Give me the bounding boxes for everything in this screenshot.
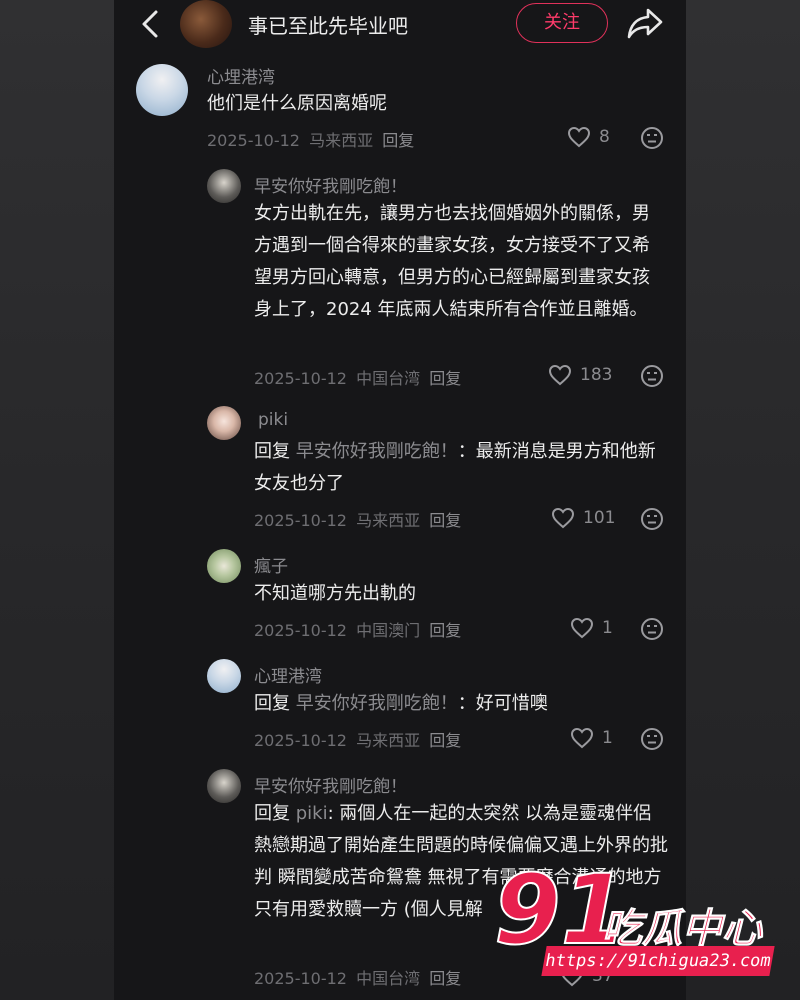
avatar[interactable] (207, 769, 241, 803)
comment-username[interactable]: 心理港湾 (254, 662, 322, 687)
avatar[interactable] (136, 64, 188, 116)
comment-text: 回复 早安你好我剛吃飽！：好可惜噢 (254, 688, 664, 720)
back-arrow-icon[interactable] (136, 8, 166, 40)
heart-icon (551, 507, 575, 529)
share-icon[interactable] (626, 6, 664, 40)
comment-region: 马来西亚 (309, 131, 374, 150)
comment-meta: 2025-10-12 中国澳门 回复 (254, 617, 465, 641)
like-button[interactable]: 1 (570, 617, 613, 639)
comment-text: 不知道哪方先出軌的 (254, 583, 416, 604)
reply-button[interactable]: 回复 (429, 731, 461, 750)
comment-date: 2025-10-12 (254, 969, 347, 988)
reply-button[interactable]: 回复 (429, 369, 461, 388)
video-title: 事已至此先毕业吧 (248, 14, 408, 38)
heart-icon (567, 126, 591, 148)
dislike-icon[interactable] (640, 126, 664, 150)
reply-prefix: 回复 (254, 441, 290, 462)
like-button[interactable]: 183 (548, 364, 612, 386)
heart-icon (570, 617, 594, 639)
avatar[interactable] (207, 549, 241, 583)
comment-screen: 事已至此先毕业吧 关注 心埋港湾 他们是什么原因离婚呢 2025-10-12 马… (114, 0, 686, 1000)
comment-text: 女方出軌在先，讓男方也去找個婚姻外的關係，男方遇到一個合得來的畫家女孩，女方接受… (254, 203, 650, 320)
reply-prefix: 回复 (254, 693, 290, 714)
comment-date: 2025-10-12 (207, 131, 300, 150)
reply-to-user[interactable]: 早安你好我剛吃飽！ (296, 441, 458, 462)
heart-icon (548, 364, 572, 386)
comment-username[interactable]: piki (258, 410, 288, 430)
follow-button[interactable]: 关注 (516, 3, 608, 43)
header: 事已至此先毕业吧 关注 (114, 0, 686, 52)
dislike-icon[interactable] (640, 364, 664, 388)
comment-username[interactable]: 瘋子 (254, 552, 288, 577)
comment-region: 中国台湾 (356, 369, 421, 388)
like-count: 1 (602, 728, 613, 748)
heart-icon (570, 727, 594, 749)
comment-meta: 2025-10-12 马来西亚 回复 (207, 127, 418, 151)
dislike-icon[interactable] (640, 617, 664, 641)
reply-button[interactable]: 回复 (429, 511, 461, 530)
comment-username[interactable]: 心埋港湾 (207, 63, 275, 88)
comment-meta: 2025-10-12 马来西亚 回复 (254, 507, 465, 531)
comment-region: 马来西亚 (356, 731, 421, 750)
like-button[interactable]: 1 (570, 727, 613, 749)
comment-region: 马来西亚 (356, 511, 421, 530)
comment-meta: 2025-10-12 中国台湾 回复 (254, 965, 465, 989)
like-button[interactable]: 101 (551, 507, 615, 529)
like-button[interactable]: 8 (567, 126, 610, 148)
comment-region: 中国澳门 (356, 621, 421, 640)
comment-date: 2025-10-12 (254, 369, 347, 388)
author-avatar[interactable] (180, 0, 232, 48)
reply-button[interactable]: 回复 (382, 131, 414, 150)
dislike-icon[interactable] (640, 507, 664, 531)
comment-username[interactable]: 早安你好我剛吃飽！ (254, 172, 407, 197)
dislike-icon[interactable] (640, 727, 664, 751)
avatar[interactable] (207, 169, 241, 203)
comment-date: 2025-10-12 (254, 621, 347, 640)
reply-prefix: 回复 (254, 803, 290, 824)
background-right (686, 0, 800, 1000)
comment-text: 回复 早安你好我剛吃飽！：最新消息是男方和他新女友也分了 (254, 436, 664, 500)
comment-date: 2025-10-12 (254, 511, 347, 530)
avatar[interactable] (207, 406, 241, 440)
comment-date: 2025-10-12 (254, 731, 347, 750)
comment-region: 中国台湾 (356, 969, 421, 988)
comment-text: 他们是什么原因离婚呢 (207, 93, 387, 114)
reply-to-user[interactable]: piki (296, 803, 328, 824)
reply-to-user[interactable]: 早安你好我剛吃飽！ (296, 693, 458, 714)
like-count: 101 (583, 508, 616, 528)
background-left (0, 0, 114, 1000)
reply-button[interactable]: 回复 (429, 969, 461, 988)
comment-username[interactable]: 早安你好我剛吃飽！ (254, 772, 407, 797)
reply-button[interactable]: 回复 (429, 621, 461, 640)
reply-body: ：好可惜噢 (457, 693, 548, 714)
comment-meta: 2025-10-12 中国台湾 回复 (254, 365, 465, 389)
like-count: 1 (602, 618, 613, 638)
like-count: 183 (580, 365, 613, 385)
avatar[interactable] (207, 659, 241, 693)
comment-meta: 2025-10-12 马来西亚 回复 (254, 727, 465, 751)
watermark-logo: 91 吃瓜中心 https://91chigua23.com (493, 859, 790, 990)
like-count: 8 (599, 127, 610, 147)
watermark-url: https://91chigua23.com (541, 946, 775, 976)
